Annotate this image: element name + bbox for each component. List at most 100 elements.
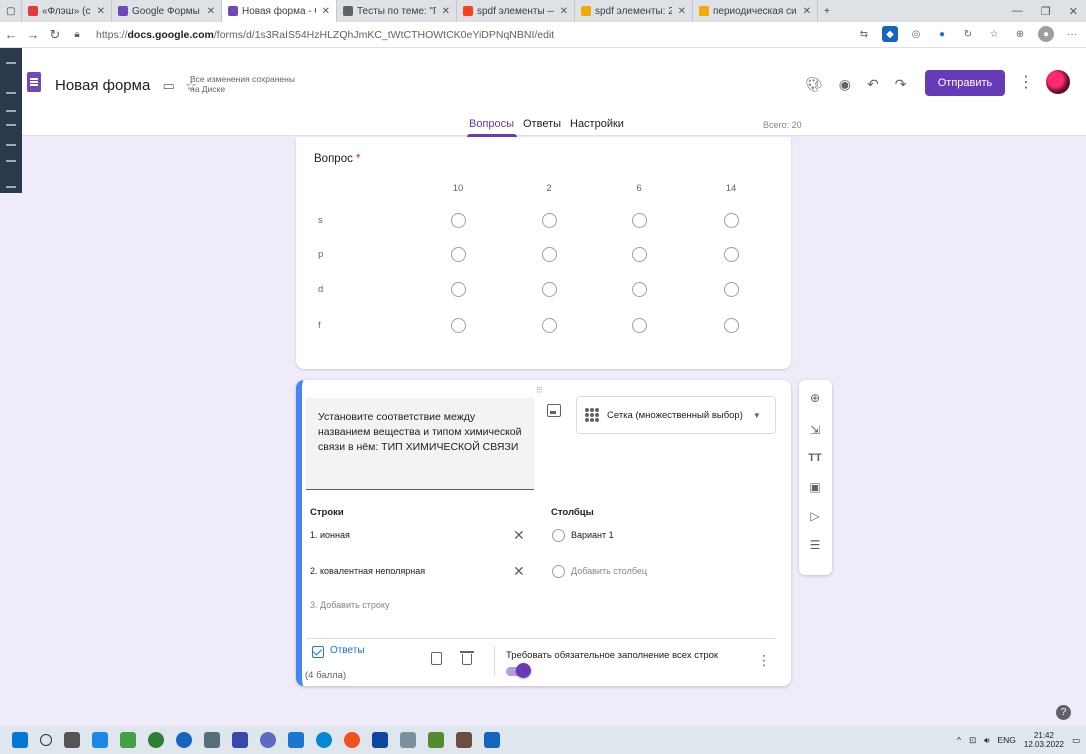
grid-radio-button[interactable] — [632, 282, 647, 297]
app-icon[interactable] — [288, 732, 304, 748]
add-row-field[interactable]: 3. Добавить строку — [310, 600, 389, 610]
delete-icon[interactable] — [460, 651, 474, 665]
restore-icon[interactable]: ❐ — [1041, 5, 1051, 18]
profile-icon[interactable]: ● — [1038, 26, 1054, 42]
browser-tab[interactable]: Новая форма - Google Ф✕ — [222, 0, 337, 22]
grid-radio-button[interactable] — [724, 247, 739, 262]
add-title-icon[interactable]: TT — [807, 450, 823, 466]
add-video-icon[interactable]: ▷ — [807, 508, 823, 524]
app-icon[interactable] — [428, 732, 444, 748]
help-icon[interactable]: ? — [1056, 705, 1071, 720]
task-view-icon[interactable] — [64, 732, 80, 748]
add-image-icon[interactable]: ▣ — [807, 479, 823, 495]
browser-icon[interactable] — [344, 732, 360, 748]
grid-radio-button[interactable] — [632, 318, 647, 333]
redo-icon[interactable]: ↷ — [895, 76, 907, 93]
forward-icon[interactable]: → — [22, 27, 44, 42]
add-column-field[interactable]: Добавить столбец — [571, 566, 647, 576]
answer-key-icon[interactable] — [312, 646, 324, 658]
browser-tab[interactable]: spdf элементы: 2 тыс изо✕ — [575, 0, 693, 22]
volume-icon[interactable]: 🔊︎ — [984, 735, 989, 746]
duplicate-icon[interactable] — [431, 652, 442, 665]
grid-radio-button[interactable] — [724, 318, 739, 333]
telegram-icon[interactable] — [176, 732, 192, 748]
grid-radio-button[interactable] — [542, 318, 557, 333]
chevron-up-icon[interactable]: ^ — [957, 735, 961, 745]
favorites-icon[interactable]: ☆ — [986, 26, 1002, 42]
tab-close-icon[interactable]: ✕ — [554, 6, 568, 17]
drag-handle-icon[interactable]: ⁝⁝⁝ — [536, 385, 543, 396]
minimize-icon[interactable]: — — [1012, 5, 1023, 17]
notifications-icon[interactable]: ▭ — [1072, 735, 1080, 746]
browser-tab[interactable]: «Флэш» (сериал, Th✕ — [22, 0, 112, 22]
add-section-icon[interactable]: ☰ — [807, 537, 823, 553]
grid-radio-button[interactable] — [724, 282, 739, 297]
grid-radio-button[interactable] — [724, 213, 739, 228]
tab-close-icon[interactable]: ✕ — [436, 6, 450, 17]
tab-close-icon[interactable]: ✕ — [201, 6, 215, 17]
clock[interactable]: 21:42 12.03.2022 — [1024, 731, 1064, 749]
avatar[interactable] — [1046, 70, 1070, 94]
add-question-icon[interactable]: ⊕ — [807, 390, 823, 406]
grid-radio-button[interactable] — [542, 213, 557, 228]
new-tab-icon[interactable]: + — [818, 0, 836, 22]
folder-icon[interactable]: ▭ — [162, 78, 174, 93]
minecraft-icon[interactable] — [456, 732, 472, 748]
tab-questions[interactable]: Вопросы — [469, 118, 514, 130]
translate-icon[interactable]: ⇆ — [856, 26, 872, 42]
refresh-icon[interactable]: ↻ — [960, 26, 976, 42]
tab-settings[interactable]: Настройки — [570, 118, 624, 130]
palette-icon[interactable]: 🎨︎ — [805, 76, 823, 93]
edge-icon[interactable] — [316, 732, 332, 748]
grid-radio-button[interactable] — [542, 247, 557, 262]
browser-tab[interactable]: spdf элементы — Яндекс✕ — [457, 0, 575, 22]
tab-close-icon[interactable]: ✕ — [797, 6, 811, 17]
url-field[interactable]: https://docs.google.com/forms/d/1s3RaIS5… — [96, 29, 554, 41]
row-option-1[interactable]: 1. ионная — [310, 530, 350, 540]
row-option-2[interactable]: 2. ковалентная неполярная — [310, 566, 425, 576]
extension-icon[interactable]: ◆ — [882, 26, 898, 42]
require-toggle-knob[interactable] — [516, 663, 531, 678]
form-title[interactable]: Новая форма ▭ ☆ — [55, 77, 197, 94]
grid-radio-button[interactable] — [451, 247, 466, 262]
menu-icon[interactable]: ··· — [1064, 26, 1080, 42]
answers-link[interactable]: Ответы — [330, 645, 365, 656]
tab-answers[interactable]: Ответы — [523, 118, 561, 130]
tab-overview-icon[interactable]: ▢ — [0, 0, 22, 22]
add-image-icon[interactable] — [547, 404, 561, 417]
question-type-select[interactable]: Сетка (множественный выбор) ▼ — [576, 396, 776, 434]
grid-radio-button[interactable] — [632, 213, 647, 228]
search-icon[interactable] — [40, 734, 52, 746]
app-icon[interactable] — [120, 732, 136, 748]
tab-close-icon[interactable]: ✕ — [316, 6, 330, 17]
column-option-1[interactable]: Вариант 1 — [571, 530, 614, 540]
remove-row-2-icon[interactable]: ✕ — [513, 563, 525, 580]
undo-icon[interactable]: ↶ — [867, 76, 879, 93]
collections-icon[interactable]: ⊕ — [1012, 26, 1028, 42]
grid-radio-button[interactable] — [451, 318, 466, 333]
tab-close-icon[interactable]: ✕ — [672, 6, 686, 17]
more-options-icon[interactable]: ⋮ — [1018, 72, 1034, 92]
browser-tab[interactable]: Google Формы ✕ — [112, 0, 222, 22]
browser-tab[interactable]: периодическая система✕ — [693, 0, 818, 22]
app-icon[interactable] — [92, 732, 108, 748]
google-forms-logo-icon[interactable] — [27, 72, 41, 92]
preview-eye-icon[interactable]: ◉ — [839, 76, 851, 93]
import-questions-icon[interactable]: ⇲ — [807, 422, 823, 438]
grid-radio-button[interactable] — [451, 213, 466, 228]
reload-icon[interactable]: ↻ — [44, 27, 66, 43]
start-icon[interactable] — [12, 732, 28, 748]
more-options-icon[interactable]: ⋮ — [757, 652, 771, 669]
network-icon[interactable]: ⊡ — [969, 735, 976, 746]
vpn-icon[interactable]: ◎ — [908, 26, 924, 42]
word-icon[interactable] — [484, 732, 500, 748]
close-icon[interactable]: ✕ — [1069, 5, 1078, 18]
extension-dot-icon[interactable]: ● — [934, 26, 950, 42]
app-icon[interactable] — [400, 732, 416, 748]
app-icon[interactable] — [148, 732, 164, 748]
grid-radio-button[interactable] — [542, 282, 557, 297]
send-button[interactable]: Отправить — [925, 70, 1005, 96]
language-indicator[interactable]: ENG — [998, 735, 1016, 745]
grid-radio-button[interactable] — [451, 282, 466, 297]
browser-tab[interactable]: Тесты по теме: "Период✕ — [337, 0, 457, 22]
